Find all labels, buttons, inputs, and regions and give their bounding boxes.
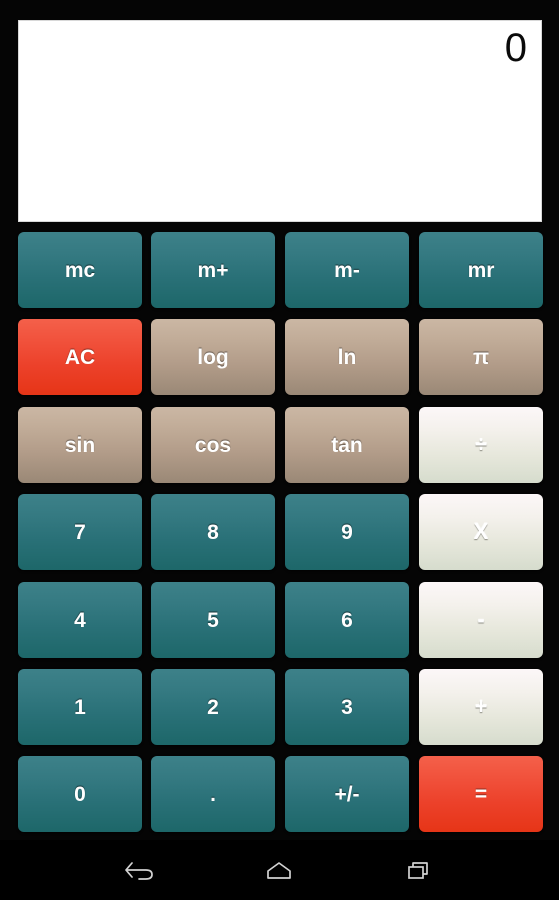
key-sign-toggle-label: +/- bbox=[334, 782, 360, 806]
key-cosine-label: cos bbox=[194, 433, 232, 457]
key-memory-add[interactable]: m+ bbox=[151, 232, 275, 308]
key-memory-subtract[interactable]: m- bbox=[285, 232, 409, 308]
key-natural-log[interactable]: ln bbox=[285, 319, 409, 395]
key-equals[interactable]: = bbox=[419, 756, 543, 832]
key-multiply-label: X bbox=[473, 519, 489, 544]
nav-recents-icon[interactable] bbox=[388, 848, 450, 892]
key-divide[interactable]: ÷ bbox=[419, 407, 543, 483]
key-add-label: + bbox=[474, 694, 488, 719]
key-tangent[interactable]: tan bbox=[285, 407, 409, 483]
key-log-label: log bbox=[197, 345, 229, 369]
key-all-clear-label: AC bbox=[64, 345, 96, 369]
calculator-display: 0 bbox=[18, 20, 542, 222]
key-multiply[interactable]: X bbox=[419, 494, 543, 570]
key-0-label: 0 bbox=[74, 782, 86, 806]
key-9[interactable]: 9 bbox=[285, 494, 409, 570]
key-natural-log-label: ln bbox=[337, 345, 357, 369]
key-memory-add-label: m+ bbox=[197, 258, 229, 282]
key-3[interactable]: 3 bbox=[285, 669, 409, 745]
key-divide-label: ÷ bbox=[474, 432, 488, 457]
key-log[interactable]: log bbox=[151, 319, 275, 395]
key-3-label: 3 bbox=[341, 695, 353, 719]
key-equals-label: = bbox=[474, 782, 488, 806]
key-5[interactable]: 5 bbox=[151, 582, 275, 658]
key-6-label: 6 bbox=[341, 608, 353, 632]
key-5-label: 5 bbox=[207, 608, 219, 632]
key-tangent-label: tan bbox=[331, 433, 363, 457]
key-9-label: 9 bbox=[341, 520, 353, 544]
calculator-keypad: mc m+ m-mr AC log ln π sin cos tan ÷ 7 8 9 X 4 5 6 - 1 2 3 +0.… bbox=[0, 232, 559, 840]
key-memory-recall[interactable]: mr bbox=[419, 232, 543, 308]
key-all-clear[interactable]: AC bbox=[18, 319, 142, 395]
key-pi[interactable]: π bbox=[419, 319, 543, 395]
key-memory-subtract-label: m- bbox=[334, 258, 360, 282]
key-pi-label: π bbox=[472, 345, 490, 369]
key-7[interactable]: 7 bbox=[18, 494, 142, 570]
key-sign-toggle[interactable]: +/- bbox=[285, 756, 409, 832]
key-1-label: 1 bbox=[74, 695, 86, 719]
calculator-app: 0 mc m+ m-mr AC log ln π sin cos tan ÷ 7 8 9 X 4 5 6 - 1 2 3 +… bbox=[0, 0, 559, 900]
key-2[interactable]: 2 bbox=[151, 669, 275, 745]
key-2-label: 2 bbox=[207, 695, 219, 719]
key-8[interactable]: 8 bbox=[151, 494, 275, 570]
key-memory-clear[interactable]: mc bbox=[18, 232, 142, 308]
key-0[interactable]: 0 bbox=[18, 756, 142, 832]
key-4[interactable]: 4 bbox=[18, 582, 142, 658]
nav-home-icon[interactable] bbox=[248, 848, 310, 892]
key-8-label: 8 bbox=[207, 520, 219, 544]
key-4-label: 4 bbox=[74, 608, 86, 632]
key-memory-recall-label: mr bbox=[467, 258, 495, 282]
display-value: 0 bbox=[504, 26, 527, 70]
nav-back-icon[interactable] bbox=[109, 848, 171, 892]
key-cosine[interactable]: cos bbox=[151, 407, 275, 483]
key-subtract[interactable]: - bbox=[419, 582, 543, 658]
key-decimal-point[interactable]: . bbox=[151, 756, 275, 832]
key-memory-clear-label: mc bbox=[64, 258, 96, 282]
key-7-label: 7 bbox=[74, 520, 86, 544]
android-navigation-bar bbox=[0, 840, 559, 900]
key-6[interactable]: 6 bbox=[285, 582, 409, 658]
key-1[interactable]: 1 bbox=[18, 669, 142, 745]
key-add[interactable]: + bbox=[419, 669, 543, 745]
key-sine[interactable]: sin bbox=[18, 407, 142, 483]
key-decimal-point-label: . bbox=[210, 782, 216, 806]
key-sine-label: sin bbox=[64, 433, 96, 457]
key-subtract-label: - bbox=[477, 607, 485, 632]
